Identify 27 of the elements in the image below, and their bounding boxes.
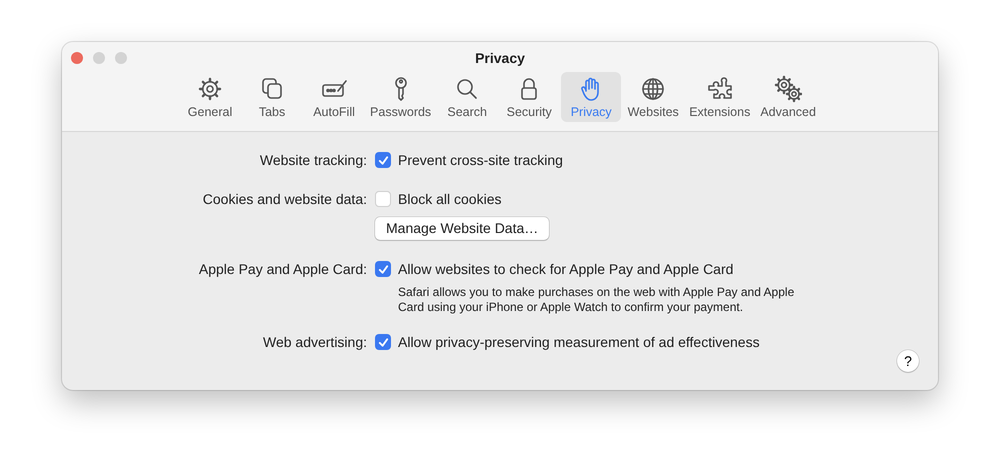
toolbar-tab[interactable]: Extensions	[685, 72, 754, 122]
close-button[interactable]	[71, 52, 83, 64]
window-title: Privacy	[474, 50, 526, 66]
manage-data-button[interactable]: Manage Website Data…	[375, 217, 550, 240]
checkbox-label: Allow privacy-preserving measurement of ad effectiveness	[398, 333, 760, 352]
checkbox[interactable]	[375, 152, 391, 168]
setting-label: Website tracking:	[258, 151, 368, 170]
checkbox[interactable]	[375, 334, 391, 350]
toolbar-tab[interactable]: Search	[437, 72, 498, 122]
setting-label: Web advertising:	[262, 333, 368, 352]
toolbar-tab[interactable]: Advanced	[756, 72, 820, 122]
toolbar-tab[interactable]: Passwords	[366, 72, 436, 122]
checkbox[interactable]	[375, 261, 391, 277]
description-text: Safari allows you to make purchases on the web with Apple Pay and Apple Card using your iPhone or Apple Watch to confirm your payment.	[398, 285, 796, 315]
gears-icon	[774, 75, 802, 103]
toolbar-tab[interactable]: General	[180, 72, 240, 122]
checkbox-label: Prevent cross-site tracking	[398, 151, 563, 170]
setting-label: Apple Pay and Apple Card:	[198, 260, 368, 279]
setting-label: Cookies and website data:	[202, 190, 368, 209]
help-button[interactable]: ?	[897, 350, 919, 372]
toolbar-tab[interactable]: AutoFill	[304, 72, 364, 122]
toolbar-tab[interactable]: Tabs	[242, 72, 302, 122]
checkbox-label: Allow websites to check for Apple Pay and Apple Card	[398, 260, 734, 279]
toolbar-tab[interactable]: Security	[499, 72, 560, 122]
checkbox[interactable]	[375, 191, 391, 207]
checkbox-label: Block all cookies	[398, 190, 502, 209]
toolbar-tab[interactable]: Websites	[623, 72, 684, 122]
